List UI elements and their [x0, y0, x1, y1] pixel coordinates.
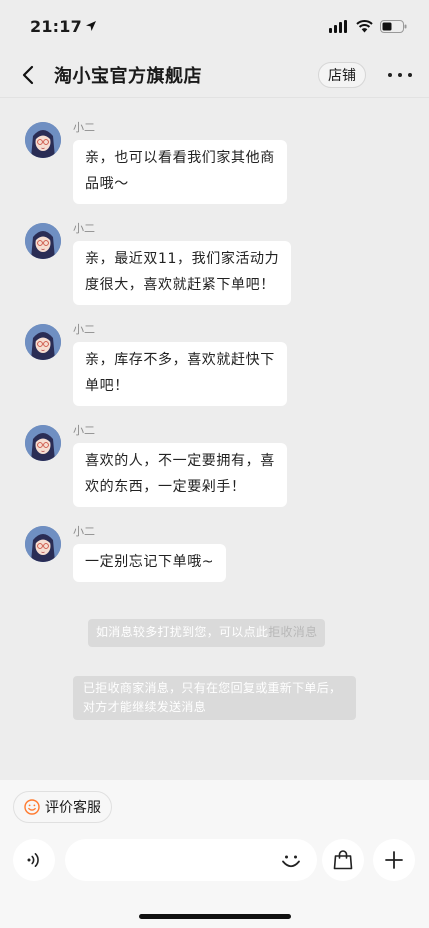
rejected-notice: 已拒收商家消息，只有在您回复或重新下单后， 对方才能继续发送消息 — [73, 676, 356, 720]
plus-icon — [385, 851, 403, 869]
status-time-text: 21:17 — [30, 16, 82, 36]
sender-name: 小二 — [73, 222, 95, 235]
avatar-image — [25, 324, 61, 360]
rejected-notice-line: 已拒收商家消息，只有在您回复或重新下单后， — [83, 681, 342, 695]
message-line: 品哦～ — [85, 176, 129, 192]
disturb-notice: 如消息较多打扰到您，可以点此拒收消息 — [88, 619, 326, 647]
home-indicator — [139, 914, 291, 919]
sender-name: 小二 — [73, 323, 95, 336]
nav-bar: 淘小宝官方旗舰店 店铺 — [0, 52, 429, 98]
avatar[interactable] — [25, 425, 61, 461]
shopping-bag-icon — [333, 850, 353, 870]
sender-name: 小二 — [73, 525, 95, 538]
back-button[interactable] — [0, 52, 50, 98]
chevron-left-icon — [22, 65, 34, 84]
signal-icon — [329, 19, 347, 33]
message-bubble[interactable]: 亲，最近双11，我们家活动力 度很大，喜欢就赶紧下单吧！ — [73, 241, 292, 305]
avatar[interactable] — [25, 122, 61, 158]
voice-button[interactable] — [13, 839, 55, 881]
shop-button[interactable]: 店铺 — [318, 61, 366, 88]
message-line: 一定别忘记下单哦~ — [85, 554, 215, 570]
message-line: 欢的东西，一定要剁手！ — [85, 479, 246, 495]
smile-icon — [24, 799, 40, 815]
wifi-icon — [356, 19, 373, 32]
status-indicators — [329, 19, 407, 33]
location-arrow-icon — [85, 21, 96, 31]
avatar[interactable] — [25, 324, 61, 360]
more-dot — [398, 72, 402, 77]
avatar-image — [25, 223, 61, 259]
more-dots-icon — [388, 72, 392, 77]
rate-service-button[interactable]: 评价客服 — [13, 791, 112, 823]
message-bubble[interactable]: 喜欢的人，不一定要拥有，喜 欢的东西，一定要剁手！ — [73, 443, 287, 507]
reject-messages-link[interactable]: 拒收消息 — [268, 625, 317, 639]
sender-name: 小二 — [73, 424, 95, 437]
message-bubble[interactable]: 亲，库存不多，喜欢就赶快下 单吧！ — [73, 342, 287, 406]
message-line: 度很大，喜欢就赶紧下单吧！ — [85, 277, 275, 293]
message-line: 单吧！ — [85, 378, 129, 394]
status-bar: 21:17 — [0, 0, 429, 52]
emoji-icon — [282, 855, 300, 868]
message-line: 亲，最近双11，我们家活动力 — [85, 251, 280, 267]
rejected-notice-line: 对方才能继续发送消息 — [83, 700, 207, 714]
message-line: 亲，也可以看看我们家其他商 — [85, 150, 275, 166]
avatar[interactable] — [25, 526, 61, 562]
avatar-image — [25, 526, 61, 562]
disturb-notice-text: 如消息较多打扰到您，可以点此 — [96, 625, 269, 639]
sender-name: 小二 — [73, 121, 95, 134]
emoji-button[interactable] — [277, 847, 305, 875]
message-bubble[interactable]: 一定别忘记下单哦~ — [73, 544, 227, 582]
message-line: 亲，库存不多，喜欢就赶快下 — [85, 352, 275, 368]
message-bubble[interactable]: 亲，也可以看看我们家其他商 品哦～ — [73, 140, 287, 204]
more-dot — [408, 72, 412, 77]
page-title: 淘小宝官方旗舰店 — [54, 65, 202, 87]
battery-icon — [380, 19, 407, 33]
message-line: 喜欢的人，不一定要拥有，喜 — [85, 453, 275, 469]
avatar-image — [25, 122, 61, 158]
plus-button[interactable] — [373, 839, 415, 881]
rate-service-label: 评价客服 — [45, 800, 101, 816]
avatar-image — [25, 425, 61, 461]
avatar[interactable] — [25, 223, 61, 259]
shopping-bag-button[interactable] — [322, 839, 364, 881]
voice-icon — [27, 853, 39, 867]
bottom-panel: 评价客服 — [0, 780, 429, 928]
status-time: 21:17 — [30, 17, 97, 36]
more-button[interactable] — [388, 72, 412, 77]
